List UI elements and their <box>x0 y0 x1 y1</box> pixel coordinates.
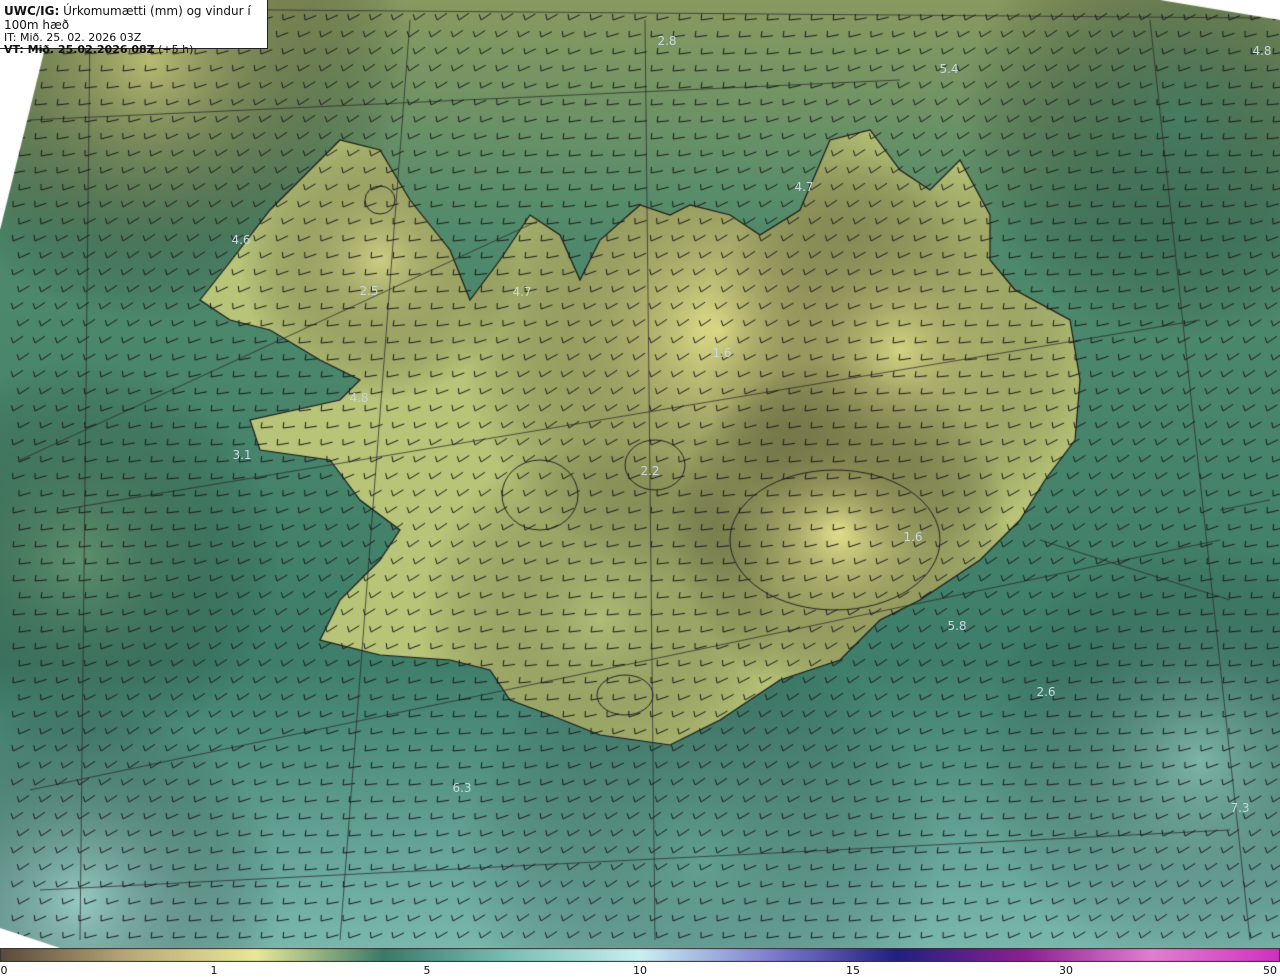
map-value-label: 6.3 <box>452 781 472 795</box>
colorbar-tick: 15 <box>846 964 860 977</box>
colorbar-gradient <box>0 948 1280 962</box>
valid-time: VT: Mið. 25.02.2026 08Z <box>4 43 155 56</box>
valid-time-line: VT: Mið. 25.02.2026 08Z (+5 h) <box>4 44 263 56</box>
map-value-label: 5.8 <box>947 619 967 633</box>
map-value-label: 2.6 <box>1036 685 1056 699</box>
colorbar-tick: 5 <box>423 964 431 977</box>
map-value-label: 4.8 <box>1252 44 1272 58</box>
product-label: UWC/IG: <box>4 4 60 18</box>
map-value-label: 2.5 <box>359 284 379 298</box>
map-value-label: 4.8 <box>349 391 369 405</box>
colorbar-tick: 10 <box>633 964 647 977</box>
map-value-label: 4.7 <box>512 285 532 299</box>
map-value-label: 2.8 <box>657 34 677 48</box>
map-value-label: 4.6 <box>231 233 251 247</box>
map-value-label: 1.6 <box>903 530 923 544</box>
map-value-label: 2.2 <box>640 464 660 478</box>
map-value-label: 3.1 <box>232 448 252 462</box>
colorbar: 0 1 5 10 15 30 50 <box>0 948 1280 978</box>
header-title-line: UWC/IG: Úrkomumætti (mm) og vindur í 100… <box>4 4 263 32</box>
colorbar-tick: 50 <box>1263 964 1277 977</box>
map-value-label: 1.6 <box>712 346 732 360</box>
map-value-label: 4.7 <box>794 180 814 194</box>
map-value-label: 7.3 <box>1230 801 1250 815</box>
map-value-label: 5.4 <box>939 62 959 76</box>
colorbar-tick: 1 <box>210 964 218 977</box>
valid-offset: (+5 h) <box>158 43 194 56</box>
colorbar-tick: 30 <box>1059 964 1073 977</box>
colorbar-tick: 0 <box>0 964 8 977</box>
map-header: UWC/IG: Úrkomumætti (mm) og vindur í 100… <box>0 0 268 56</box>
